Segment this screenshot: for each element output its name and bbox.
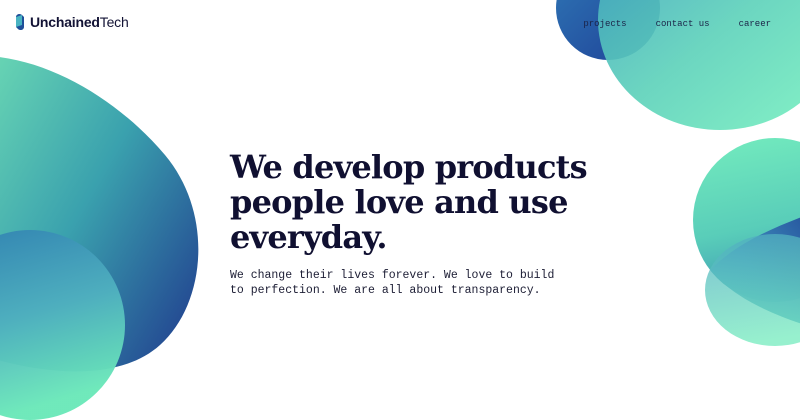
nav-contact-link[interactable]: contact us	[656, 18, 710, 30]
hero-section: We develop products people love and use …	[230, 150, 590, 298]
nav-projects-link[interactable]: projects	[583, 18, 626, 30]
hero-title: We develop products people love and use …	[230, 148, 588, 256]
brand-name-light: Tech	[99, 14, 129, 30]
brand-name: UnchainedTech	[30, 12, 129, 32]
brand-mark-icon	[16, 13, 24, 31]
brand-name-strong: Unchained	[30, 14, 100, 30]
top-nav: projects contact us career	[583, 18, 771, 30]
hero-subtitle: We change their lives forever. We love t…	[230, 269, 555, 297]
brand-logo[interactable]: UnchainedTech	[14, 12, 129, 32]
nav-career-link[interactable]: career	[739, 18, 771, 30]
